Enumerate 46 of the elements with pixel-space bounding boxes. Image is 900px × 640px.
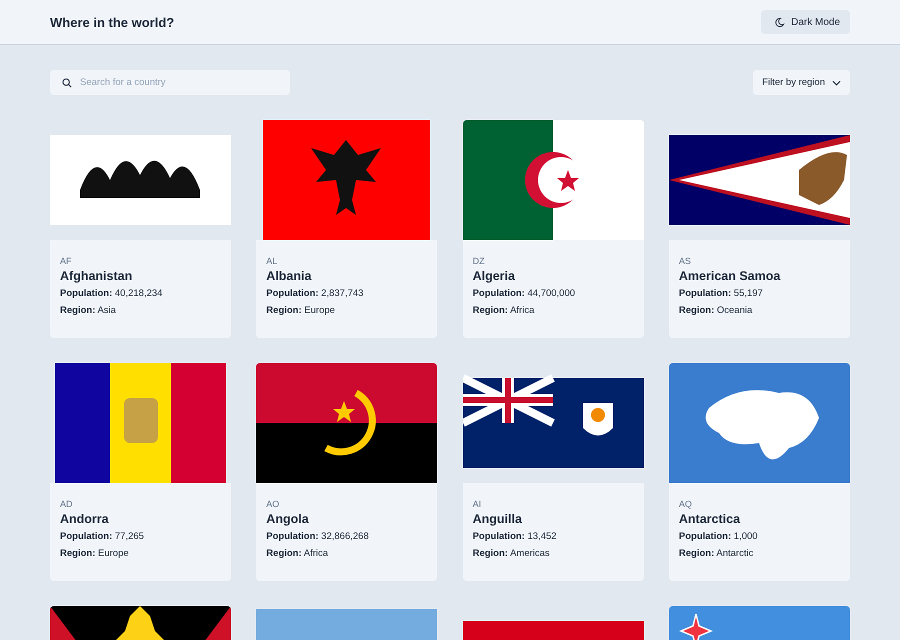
country-code: AS xyxy=(678,256,692,266)
country-code: DZ xyxy=(472,256,486,266)
region-text: Region: Asia xyxy=(60,305,117,316)
country-card[interactable]: AL Albania Population: 2,837,743 Region: Europe xyxy=(256,120,438,338)
country-card[interactable]: AO Angola Population: 32,866,268 Region: Africa xyxy=(256,363,438,581)
region-text: Region: Europe xyxy=(60,548,130,559)
region-filter-dropdown[interactable]: Filter by region xyxy=(753,70,850,95)
country-name: Andorra xyxy=(60,512,110,526)
population-text: Population: 55,197 xyxy=(678,288,764,299)
population-text: Population: 44,700,000 xyxy=(472,288,576,299)
country-card[interactable]: AI Anguilla Population: 13,452 Region: Americas xyxy=(462,363,644,581)
country-card[interactable]: AS American Samoa Population: 55,197 Region: Oceania xyxy=(668,120,850,338)
site-title: Where in the world? xyxy=(50,14,174,30)
country-name: Albania xyxy=(266,269,312,283)
country-name: Angola xyxy=(266,512,310,526)
country-name: American Samoa xyxy=(678,269,782,283)
region-text: Region: Oceania xyxy=(678,305,754,316)
population-text: Population: 77,265 xyxy=(60,531,145,542)
country-code: AF xyxy=(60,256,73,266)
moon-icon xyxy=(774,16,786,28)
country-name: Anguilla xyxy=(472,512,523,526)
country-code: AO xyxy=(266,499,280,509)
region-text: Region: Africa xyxy=(472,305,536,316)
region-text: Region: Americas xyxy=(472,548,551,559)
country-name: Algeria xyxy=(472,269,516,283)
population-text: Population: 1,000 xyxy=(678,531,759,542)
country-name: Afghanistan xyxy=(60,269,134,283)
country-card[interactable]: AQ Antarctica Population: 1,000 Region: Antarctic xyxy=(668,363,850,581)
search-field[interactable]: Search for a country xyxy=(50,70,290,95)
population-text: Population: 2,837,743 xyxy=(266,288,364,299)
country-card[interactable]: AD Andorra Population: 77,265 Region: Europe xyxy=(50,363,231,581)
region-text: Region: Africa xyxy=(266,548,330,559)
country-code: AL xyxy=(266,256,278,266)
region-text: Region: Europe xyxy=(266,305,336,316)
country-code: AD xyxy=(60,499,74,509)
country-code: AI xyxy=(472,499,482,509)
population-text: Population: 32,866,268 xyxy=(266,531,370,542)
country-card[interactable]: DZ Algeria Population: 44,700,000 Region: Africa xyxy=(462,120,644,338)
population-text: Population: 40,218,234 xyxy=(60,288,164,299)
country-code: AQ xyxy=(678,499,693,509)
chevron-down-icon xyxy=(832,80,841,86)
dark-mode-button[interactable]: Dark Mode xyxy=(761,10,850,34)
population-text: Population: 13,452 xyxy=(472,531,558,542)
country-name: Antarctica xyxy=(678,512,742,526)
region-text: Region: Antarctic xyxy=(678,548,754,559)
country-card[interactable]: AF Afghanistan Population: 40,218,234 Region: Asia xyxy=(50,120,231,338)
